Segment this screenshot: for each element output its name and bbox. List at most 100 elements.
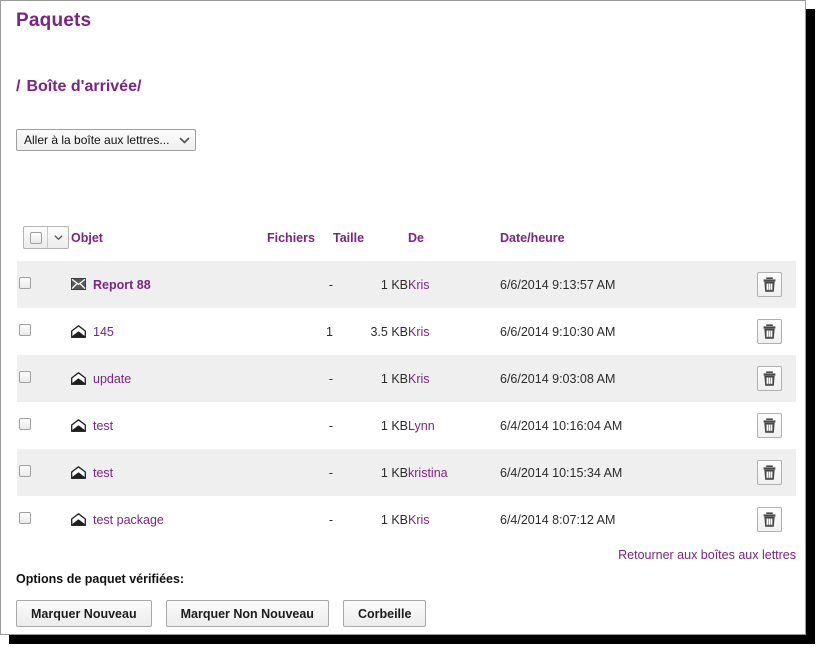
table-row: test -1 KB Lynn 6/4/2014 10:16:04 AM [17,402,796,449]
row-actions-cell [742,355,796,402]
select-all-control[interactable] [23,226,69,249]
row-checkbox[interactable] [19,418,31,430]
row-object-cell: Report 88 [71,261,267,308]
sender-link[interactable]: Lynn [408,419,435,433]
breadcrumb: / Boîte d'arrivée/ [16,78,805,96]
row-select-cell [17,496,71,543]
row-size-cell: 1 KB [333,355,408,402]
page-title: Paquets [16,10,92,31]
row-datetime-cell: 6/6/2014 9:03:08 AM [500,355,742,402]
return-link-container: Retourner aux boîtes aux lettres [1,546,796,564]
action-button-0[interactable]: Marquer Nouveau [16,600,152,627]
row-object-cell: update [71,355,267,402]
delete-package-button[interactable] [756,460,782,485]
row-checkbox[interactable] [19,371,31,383]
table-row: 145 1 3.5 KB Kris 6/6/2014 9:10:30 AM [17,308,796,355]
row-object-cell: test [71,402,267,449]
action-button-1[interactable]: Marquer Non Nouveau [165,600,329,627]
delete-package-button[interactable] [756,413,782,438]
trash-icon [763,277,776,292]
row-files-cell: - [267,355,333,402]
table-row: Report 88 -1 KB Kris 6/6/2014 9:13:57 AM [17,261,796,308]
row-size-cell: 1 KB [333,261,408,308]
row-files-cell: 1 [267,308,333,355]
row-actions-cell [742,261,796,308]
row-select-cell [17,449,71,496]
row-datetime-cell: 6/6/2014 9:10:30 AM [500,308,742,355]
sender-link[interactable]: Kris [408,278,430,292]
row-datetime-cell: 6/4/2014 8:07:12 AM [500,496,742,543]
trash-icon [763,465,776,480]
row-size-cell: 1 KB [333,449,408,496]
package-subject-link[interactable]: 145 [93,325,114,339]
row-object-cell: test package [71,496,267,543]
row-size-cell: 1 KB [333,496,408,543]
checked-package-options-label: Options de paquet vérifiées: [16,572,185,586]
sender-link[interactable]: Kris [408,372,430,386]
envelope-closed-icon [71,277,86,291]
row-object-cell: test [71,449,267,496]
select-all-header [17,226,71,261]
row-select-cell [17,308,71,355]
row-checkbox[interactable] [19,465,31,477]
breadcrumb-current: Boîte d'arrivée/ [26,78,142,95]
row-select-cell [17,261,71,308]
sender-link[interactable]: Kris [408,513,430,527]
trash-icon [763,371,776,386]
package-subject-link[interactable]: test [93,466,113,480]
trash-icon [763,324,776,339]
row-from-cell: Kris [408,308,500,355]
trash-icon [763,418,776,433]
action-button-2[interactable]: Corbeille [342,600,427,627]
packages-table-body: Report 88-1 KB Kris 6/6/2014 9:13:57 AM 145… [17,261,796,543]
column-header-object[interactable]: Objet [71,226,267,261]
column-header-from[interactable]: De [408,226,500,261]
goto-mailbox-selected-value: Aller à la boîte aux lettres... [24,133,170,147]
chevron-down-icon[interactable] [48,227,68,248]
row-actions-cell [742,308,796,355]
row-checkbox[interactable] [19,512,31,524]
row-from-cell: Kris [408,261,500,308]
chevron-down-icon [179,135,190,146]
delete-package-button[interactable] [756,507,782,532]
packages-table: Objet Fichiers Taille De Date/heure Repo… [17,226,796,543]
envelope-open-icon [71,371,86,385]
row-size-cell: 3.5 KB [333,308,408,355]
row-actions-cell [742,449,796,496]
row-files-cell: - [267,449,333,496]
row-files-cell: - [267,402,333,449]
row-from-cell: Kris [408,496,500,543]
row-from-cell: Kris [408,355,500,402]
mailbox-select-container: Aller à la boîte aux lettres... [16,129,805,151]
delete-package-button[interactable] [756,272,782,297]
delete-package-button[interactable] [756,366,782,391]
package-subject-link[interactable]: test package [93,513,164,527]
row-from-cell: Lynn [408,402,500,449]
sender-link[interactable]: kristina [408,466,448,480]
trash-icon [763,512,776,527]
goto-mailbox-select[interactable]: Aller à la boîte aux lettres... [16,129,197,151]
envelope-open-icon [71,512,86,526]
envelope-open-icon [71,418,86,432]
return-to-mailboxes-link[interactable]: Retourner aux boîtes aux lettres [618,548,796,562]
column-header-actions [742,226,796,261]
row-checkbox[interactable] [19,277,31,289]
delete-package-button[interactable] [756,319,782,344]
action-buttons-bar: Marquer Nouveau Marquer Non Nouveau Corbei… [16,600,427,627]
checkbox-icon[interactable] [24,227,48,248]
row-checkbox[interactable] [19,324,31,336]
envelope-open-icon [71,465,86,479]
package-subject-link[interactable]: test [93,419,113,433]
row-datetime-cell: 6/6/2014 9:13:57 AM [500,261,742,308]
table-row: test -1 KB kristina 6/4/2014 10:15:34 AM [17,449,796,496]
row-files-cell: - [267,496,333,543]
row-datetime-cell: 6/4/2014 10:16:04 AM [500,402,742,449]
package-subject-link[interactable]: update [93,372,131,386]
column-header-size[interactable]: Taille [333,226,408,261]
row-from-cell: kristina [408,449,500,496]
column-header-files[interactable]: Fichiers [267,226,333,261]
column-header-datetime[interactable]: Date/heure [500,226,742,261]
sender-link[interactable]: Kris [408,325,430,339]
row-object-cell: 145 [71,308,267,355]
package-subject-link[interactable]: Report 88 [93,278,151,292]
